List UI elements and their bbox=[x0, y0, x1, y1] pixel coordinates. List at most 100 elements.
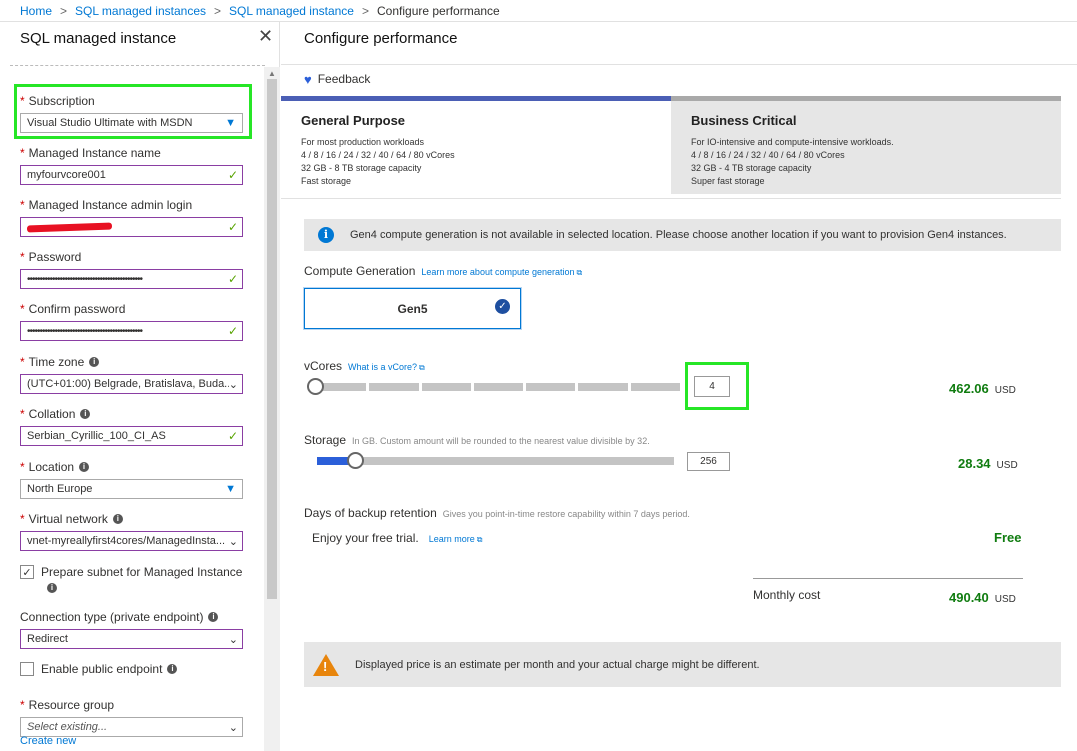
resource-group-label: Resource group bbox=[28, 698, 115, 712]
prepare-subnet-checkbox[interactable]: ✓ bbox=[20, 565, 34, 579]
slider-segment[interactable] bbox=[630, 383, 680, 391]
admin-login-input[interactable]: ✓ bbox=[20, 217, 243, 237]
info-icon[interactable]: i bbox=[112, 514, 123, 524]
blade-title: Configure performance bbox=[304, 30, 458, 47]
divider bbox=[281, 198, 1061, 199]
monthly-cost-label: Monthly cost bbox=[753, 588, 821, 602]
subscription-label: Subscription bbox=[28, 94, 95, 108]
feedback-button[interactable]: ♥ Feedback bbox=[304, 71, 370, 87]
info-icon[interactable]: i bbox=[89, 357, 100, 367]
timezone-select[interactable]: (UTC+01:00) Belgrade, Bratislava, Buda..… bbox=[20, 374, 243, 394]
divider bbox=[10, 65, 265, 66]
info-icon[interactable]: i bbox=[80, 409, 91, 419]
warning-icon: ! bbox=[313, 653, 339, 676]
info-icon[interactable]: i bbox=[47, 583, 57, 593]
chevron-down-icon: ▼ bbox=[225, 117, 236, 129]
slider-segment[interactable] bbox=[578, 383, 628, 391]
tier-name: Business Critical bbox=[691, 113, 797, 128]
create-new-link[interactable]: Create new bbox=[20, 735, 76, 747]
scrollbar[interactable]: ▲ bbox=[264, 67, 280, 751]
vcores-slider-handle[interactable] bbox=[307, 378, 324, 395]
backup-trial-text: Enjoy your free trial. Learn more ⧉ bbox=[312, 531, 483, 545]
instance-name-input[interactable]: myfourvcore001 ✓ bbox=[20, 165, 243, 185]
location-label: Location bbox=[28, 460, 75, 474]
check-circle-icon: ✓ bbox=[495, 299, 510, 314]
required-marker: * bbox=[20, 94, 25, 108]
redaction-mark bbox=[26, 222, 113, 233]
tier-general-purpose[interactable]: General Purpose For most production work… bbox=[281, 96, 671, 194]
storage-input[interactable]: 256 bbox=[687, 452, 730, 471]
check-icon: ✓ bbox=[227, 220, 238, 234]
connection-type-select[interactable]: Redirect ⌄ bbox=[20, 629, 243, 649]
location-select[interactable]: North Europe ▼ bbox=[20, 479, 243, 499]
scrollbar-thumb[interactable] bbox=[267, 79, 277, 599]
prepare-subnet-checkbox-row: ✓ Prepare subnet for Managed Instance i bbox=[20, 565, 242, 593]
connection-type-label: Connection type (private endpoint) bbox=[20, 610, 204, 624]
learn-more-link[interactable]: Learn more ⧉ bbox=[429, 534, 483, 545]
divider bbox=[753, 578, 1023, 579]
tier-name: General Purpose bbox=[301, 113, 406, 128]
public-endpoint-checkbox[interactable] bbox=[20, 662, 34, 676]
resource-group-field: * Resource group Select existing... ⌄ bbox=[20, 698, 243, 737]
virtual-network-field: * Virtual network i vnet-myreallyfirst4cor… bbox=[20, 512, 243, 551]
sql-managed-instance-blade: SQL managed instance ✕ ▲ * Subscription V… bbox=[0, 22, 280, 751]
slider-segment[interactable] bbox=[473, 383, 524, 391]
instance-name-label: Managed Instance name bbox=[28, 146, 161, 160]
subscription-select[interactable]: Visual Studio Ultimate with MSDN ▼ bbox=[20, 113, 243, 133]
breadcrumb-sql-managed-instances[interactable]: SQL managed instances bbox=[75, 4, 206, 18]
breadcrumb-separator: > bbox=[60, 3, 68, 18]
vcores-highlight bbox=[685, 362, 749, 410]
prepare-subnet-label: Prepare subnet for Managed Instance bbox=[41, 565, 243, 579]
chevron-down-icon: ⌄ bbox=[228, 535, 238, 548]
tier-business-critical[interactable]: Business Critical For IO-intensive and c… bbox=[671, 96, 1061, 194]
monthly-cost-price: 490.40 USD bbox=[949, 590, 1016, 605]
timezone-label: Time zone bbox=[28, 355, 85, 369]
confirm-password-input[interactable]: ••••••••••••••••••••••••••••••••••••••••… bbox=[20, 321, 243, 341]
resource-group-select[interactable]: Select existing... ⌄ bbox=[20, 717, 243, 737]
info-icon[interactable]: i bbox=[208, 612, 219, 622]
info-icon[interactable]: i bbox=[167, 664, 178, 674]
divider bbox=[281, 64, 1077, 65]
slider-segment[interactable] bbox=[526, 383, 576, 391]
gen5-option[interactable]: Gen5 ✓ bbox=[304, 288, 521, 329]
storage-slider-handle[interactable] bbox=[347, 452, 364, 469]
password-label: Password bbox=[28, 250, 82, 264]
chevron-down-icon: ⌄ bbox=[228, 378, 238, 391]
backup-retention-heading: Days of backup retention Gives you point… bbox=[304, 506, 690, 520]
tier-speed: Super fast storage bbox=[691, 176, 765, 186]
external-link-icon: ⧉ bbox=[419, 363, 425, 372]
check-icon: ✓ bbox=[227, 272, 238, 286]
slider-segment[interactable] bbox=[317, 383, 367, 391]
breadcrumb-sql-managed-instance[interactable]: SQL managed instance bbox=[229, 4, 354, 18]
breadcrumb-separator: > bbox=[214, 3, 222, 18]
slider-segment[interactable] bbox=[421, 383, 471, 391]
public-endpoint-checkbox-row: Enable public endpoint i bbox=[20, 662, 178, 676]
connection-type-field: Connection type (private endpoint) i Redi… bbox=[20, 610, 243, 649]
breadcrumb-home[interactable]: Home bbox=[20, 4, 52, 18]
password-input[interactable]: ••••••••••••••••••••••••••••••••••••••••… bbox=[20, 269, 243, 289]
what-is-vcore-link[interactable]: What is a vCore? ⧉ bbox=[348, 362, 425, 373]
collation-input[interactable]: Serbian_Cyrillic_100_CI_AS ✓ bbox=[20, 426, 243, 446]
tier-storage: 32 GB - 8 TB storage capacity bbox=[301, 163, 422, 173]
vcores-heading: vCores What is a vCore? ⧉ bbox=[304, 359, 425, 373]
close-icon[interactable]: ✕ bbox=[258, 26, 273, 47]
heart-icon: ♥ bbox=[304, 71, 312, 87]
check-icon: ✓ bbox=[227, 324, 238, 338]
chevron-down-icon: ⌄ bbox=[228, 633, 238, 646]
storage-slider-track[interactable] bbox=[317, 457, 674, 465]
scroll-up-icon[interactable]: ▲ bbox=[268, 69, 276, 78]
slider-segment[interactable] bbox=[369, 383, 419, 391]
tier-description: For IO-intensive and compute-intensive w… bbox=[691, 137, 894, 147]
public-endpoint-label: Enable public endpoint bbox=[41, 662, 163, 676]
check-icon: ✓ bbox=[227, 429, 238, 443]
compute-generation-heading: Compute Generation Learn more about comp… bbox=[304, 264, 583, 278]
vcores-slider-track[interactable] bbox=[317, 383, 680, 391]
admin-login-field: * Managed Instance admin login ✓ bbox=[20, 198, 243, 237]
blade-title: SQL managed instance bbox=[20, 30, 177, 47]
collation-field: * Collation i Serbian_Cyrillic_100_CI_AS ✓ bbox=[20, 407, 243, 446]
location-field: * Location i North Europe ▼ bbox=[20, 460, 243, 499]
virtual-network-select[interactable]: vnet-myreallyfirst4cores/ManagedInsta...… bbox=[20, 531, 243, 551]
compute-generation-link[interactable]: Learn more about compute generation ⧉ bbox=[421, 267, 582, 278]
info-icon[interactable]: i bbox=[79, 462, 90, 472]
storage-note: In GB. Custom amount will be rounded to … bbox=[352, 436, 650, 446]
